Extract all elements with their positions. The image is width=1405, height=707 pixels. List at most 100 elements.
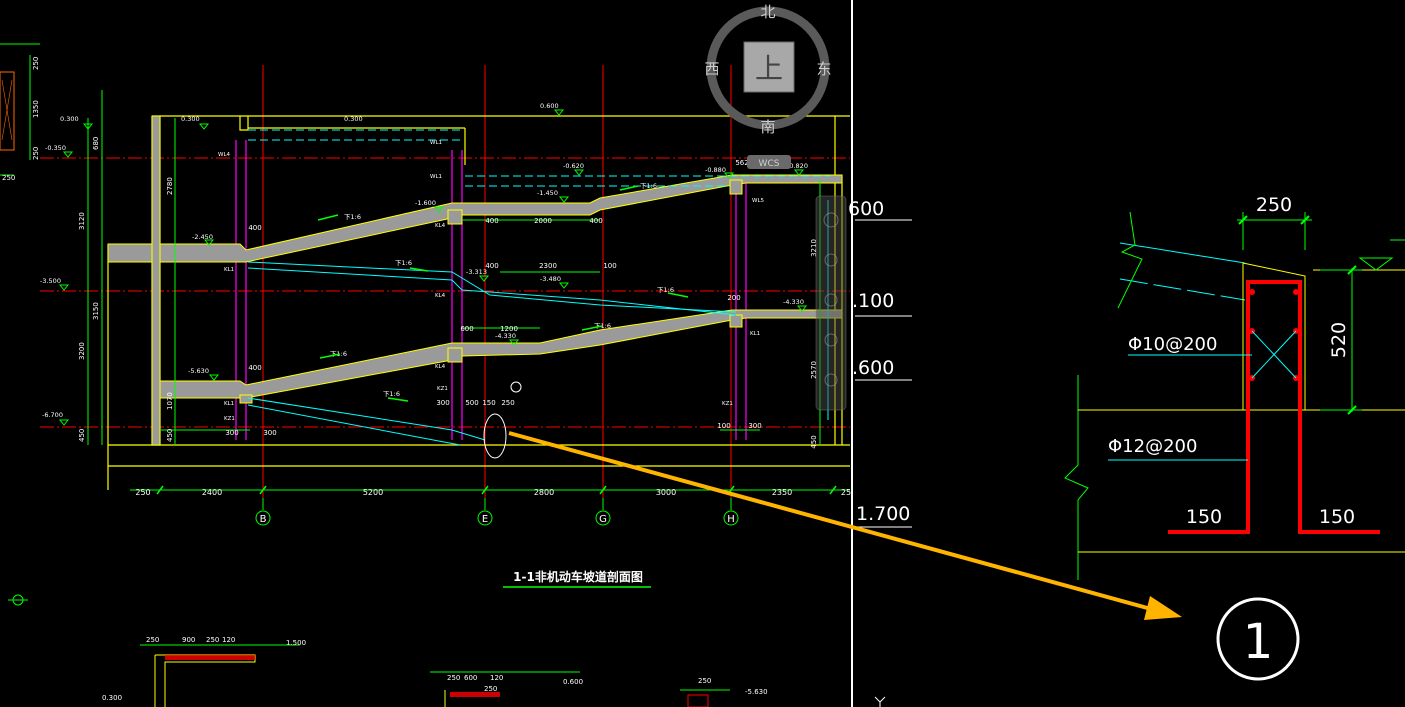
- svg-text:下1:6: 下1:6: [344, 213, 361, 221]
- section-title: 1-1非机动车坡道剖面图: [513, 569, 643, 584]
- rebar: [1168, 280, 1380, 534]
- svg-text:3000: 3000: [656, 488, 676, 497]
- svg-text:-6.700: -6.700: [42, 411, 63, 419]
- cad-drawing-canvas[interactable]: B E G H 250 2400 5200 2800 3000 2350 25 …: [0, 0, 1405, 707]
- svg-text:1.700: 1.700: [856, 503, 910, 525]
- svg-text:3120: 3120: [78, 212, 86, 230]
- detail-dim-width: 250: [1256, 194, 1292, 216]
- svg-text:KL1: KL1: [224, 267, 234, 273]
- svg-text:3150: 3150: [92, 302, 100, 320]
- svg-text:.600: .600: [852, 357, 894, 379]
- viewcube-south[interactable]: 南: [760, 118, 775, 136]
- svg-text:1200: 1200: [500, 325, 518, 333]
- svg-text:25: 25: [841, 488, 851, 497]
- svg-text:2350: 2350: [772, 488, 792, 497]
- svg-text:2000: 2000: [534, 217, 552, 225]
- svg-text:G: G: [599, 514, 607, 525]
- svg-text:400: 400: [485, 262, 498, 270]
- detail-structure: [1078, 262, 1405, 553]
- svg-text:0.600: 0.600: [563, 678, 583, 686]
- detail-dim-lines: [1237, 212, 1405, 412]
- svg-text:250: 250: [135, 488, 150, 497]
- annotation-arrow: [508, 431, 1182, 620]
- viewcube-north[interactable]: 北: [760, 3, 775, 21]
- svg-text:2300: 2300: [539, 262, 557, 270]
- svg-text:120: 120: [490, 674, 503, 682]
- svg-text:450: 450: [166, 429, 174, 442]
- svg-text:120: 120: [222, 636, 235, 644]
- rebar-dots: [1249, 289, 1299, 381]
- svg-text:300: 300: [748, 422, 761, 430]
- svg-text:B: B: [260, 514, 267, 525]
- svg-text:250: 250: [32, 147, 40, 160]
- svg-text:250: 250: [698, 677, 711, 685]
- svg-text:KL4: KL4: [435, 223, 446, 229]
- svg-text:400: 400: [485, 217, 498, 225]
- viewcube-west[interactable]: 西: [704, 60, 719, 78]
- svg-text:3200: 3200: [78, 342, 86, 360]
- svg-text:300: 300: [436, 399, 449, 407]
- navigation-bar[interactable]: [815, 195, 847, 411]
- svg-text:250: 250: [146, 636, 159, 644]
- svg-text:680: 680: [92, 137, 100, 150]
- svg-text:-4.330: -4.330: [783, 298, 804, 306]
- viewcube[interactable]: 上 北 南 东 西 WCS: [704, 3, 832, 169]
- svg-text:500: 500: [465, 399, 478, 407]
- svg-text:250: 250: [447, 674, 460, 682]
- svg-text:600: 600: [464, 674, 477, 682]
- svg-text:KL1: KL1: [750, 331, 760, 337]
- svg-text:KL4: KL4: [435, 364, 446, 370]
- svg-text:1: 1: [1243, 614, 1274, 670]
- svg-text:450: 450: [810, 435, 818, 448]
- svg-text:250: 250: [32, 57, 40, 70]
- level-triangles: [58, 109, 808, 426]
- svg-text:下1:6: 下1:6: [657, 286, 674, 294]
- svg-text:100: 100: [717, 422, 730, 430]
- detail-dim-right-bottom: 150: [1319, 506, 1355, 528]
- ramp-slabs: [107, 115, 843, 446]
- structure-outline: [107, 115, 850, 490]
- bottom-detail-2: 250 600 120 250 0.600: [430, 671, 583, 707]
- grid-bubbles: B E G H: [255, 498, 739, 526]
- svg-text:1.500: 1.500: [286, 639, 306, 647]
- svg-text:250: 250: [206, 636, 219, 644]
- svg-text:400: 400: [248, 224, 261, 232]
- right-levels: 600 .100 .600 1.700: [848, 198, 912, 528]
- svg-text:400: 400: [589, 217, 602, 225]
- svg-text:600: 600: [460, 325, 473, 333]
- svg-text:0.600: 0.600: [540, 102, 559, 110]
- svg-text:KZ1: KZ1: [224, 416, 235, 422]
- detail-dim-left: 150: [1186, 506, 1222, 528]
- svg-text:1350: 1350: [32, 100, 40, 118]
- detail-callout-ellipse[interactable]: [483, 413, 507, 459]
- svg-text:0.300: 0.300: [344, 115, 363, 123]
- svg-text:-5.630: -5.630: [188, 367, 209, 375]
- svg-text:150: 150: [482, 399, 495, 407]
- svg-text:200: 200: [727, 294, 740, 302]
- svg-text:2800: 2800: [534, 488, 554, 497]
- viewcube-east[interactable]: 东: [816, 60, 831, 78]
- svg-text:250: 250: [484, 685, 497, 693]
- svg-text:下1:6: 下1:6: [395, 259, 412, 267]
- svg-text:下1:6: 下1:6: [640, 182, 657, 190]
- svg-text:-0.620: -0.620: [563, 162, 584, 170]
- svg-text:-1.450: -1.450: [537, 189, 558, 197]
- svg-text:2400: 2400: [202, 488, 222, 497]
- svg-text:.100: .100: [852, 290, 894, 312]
- svg-text:WL5: WL5: [752, 198, 765, 204]
- svg-text:WL4: WL4: [218, 152, 231, 158]
- detail-viewport: 600 .100 .600 1.700 250 520 Φ10@200 Φ12@…: [848, 194, 1405, 707]
- svg-text:400: 400: [248, 364, 261, 372]
- svg-text:0.300: 0.300: [60, 115, 79, 123]
- svg-text:下1:6: 下1:6: [383, 390, 400, 398]
- svg-text:-0.880: -0.880: [705, 166, 726, 174]
- bottom-detail-3: 250 -5.630: [680, 677, 768, 707]
- svg-text:1070: 1070: [166, 392, 174, 410]
- svg-text:600: 600: [848, 198, 884, 220]
- svg-text:KL4: KL4: [435, 293, 446, 299]
- svg-text:-0.350: -0.350: [45, 144, 66, 152]
- section-drawing: B E G H 250 2400 5200 2800 3000 2350 25 …: [0, 3, 851, 707]
- svg-text:WCS: WCS: [759, 159, 780, 169]
- detail-marker: [510, 381, 522, 393]
- svg-text:300: 300: [225, 429, 238, 437]
